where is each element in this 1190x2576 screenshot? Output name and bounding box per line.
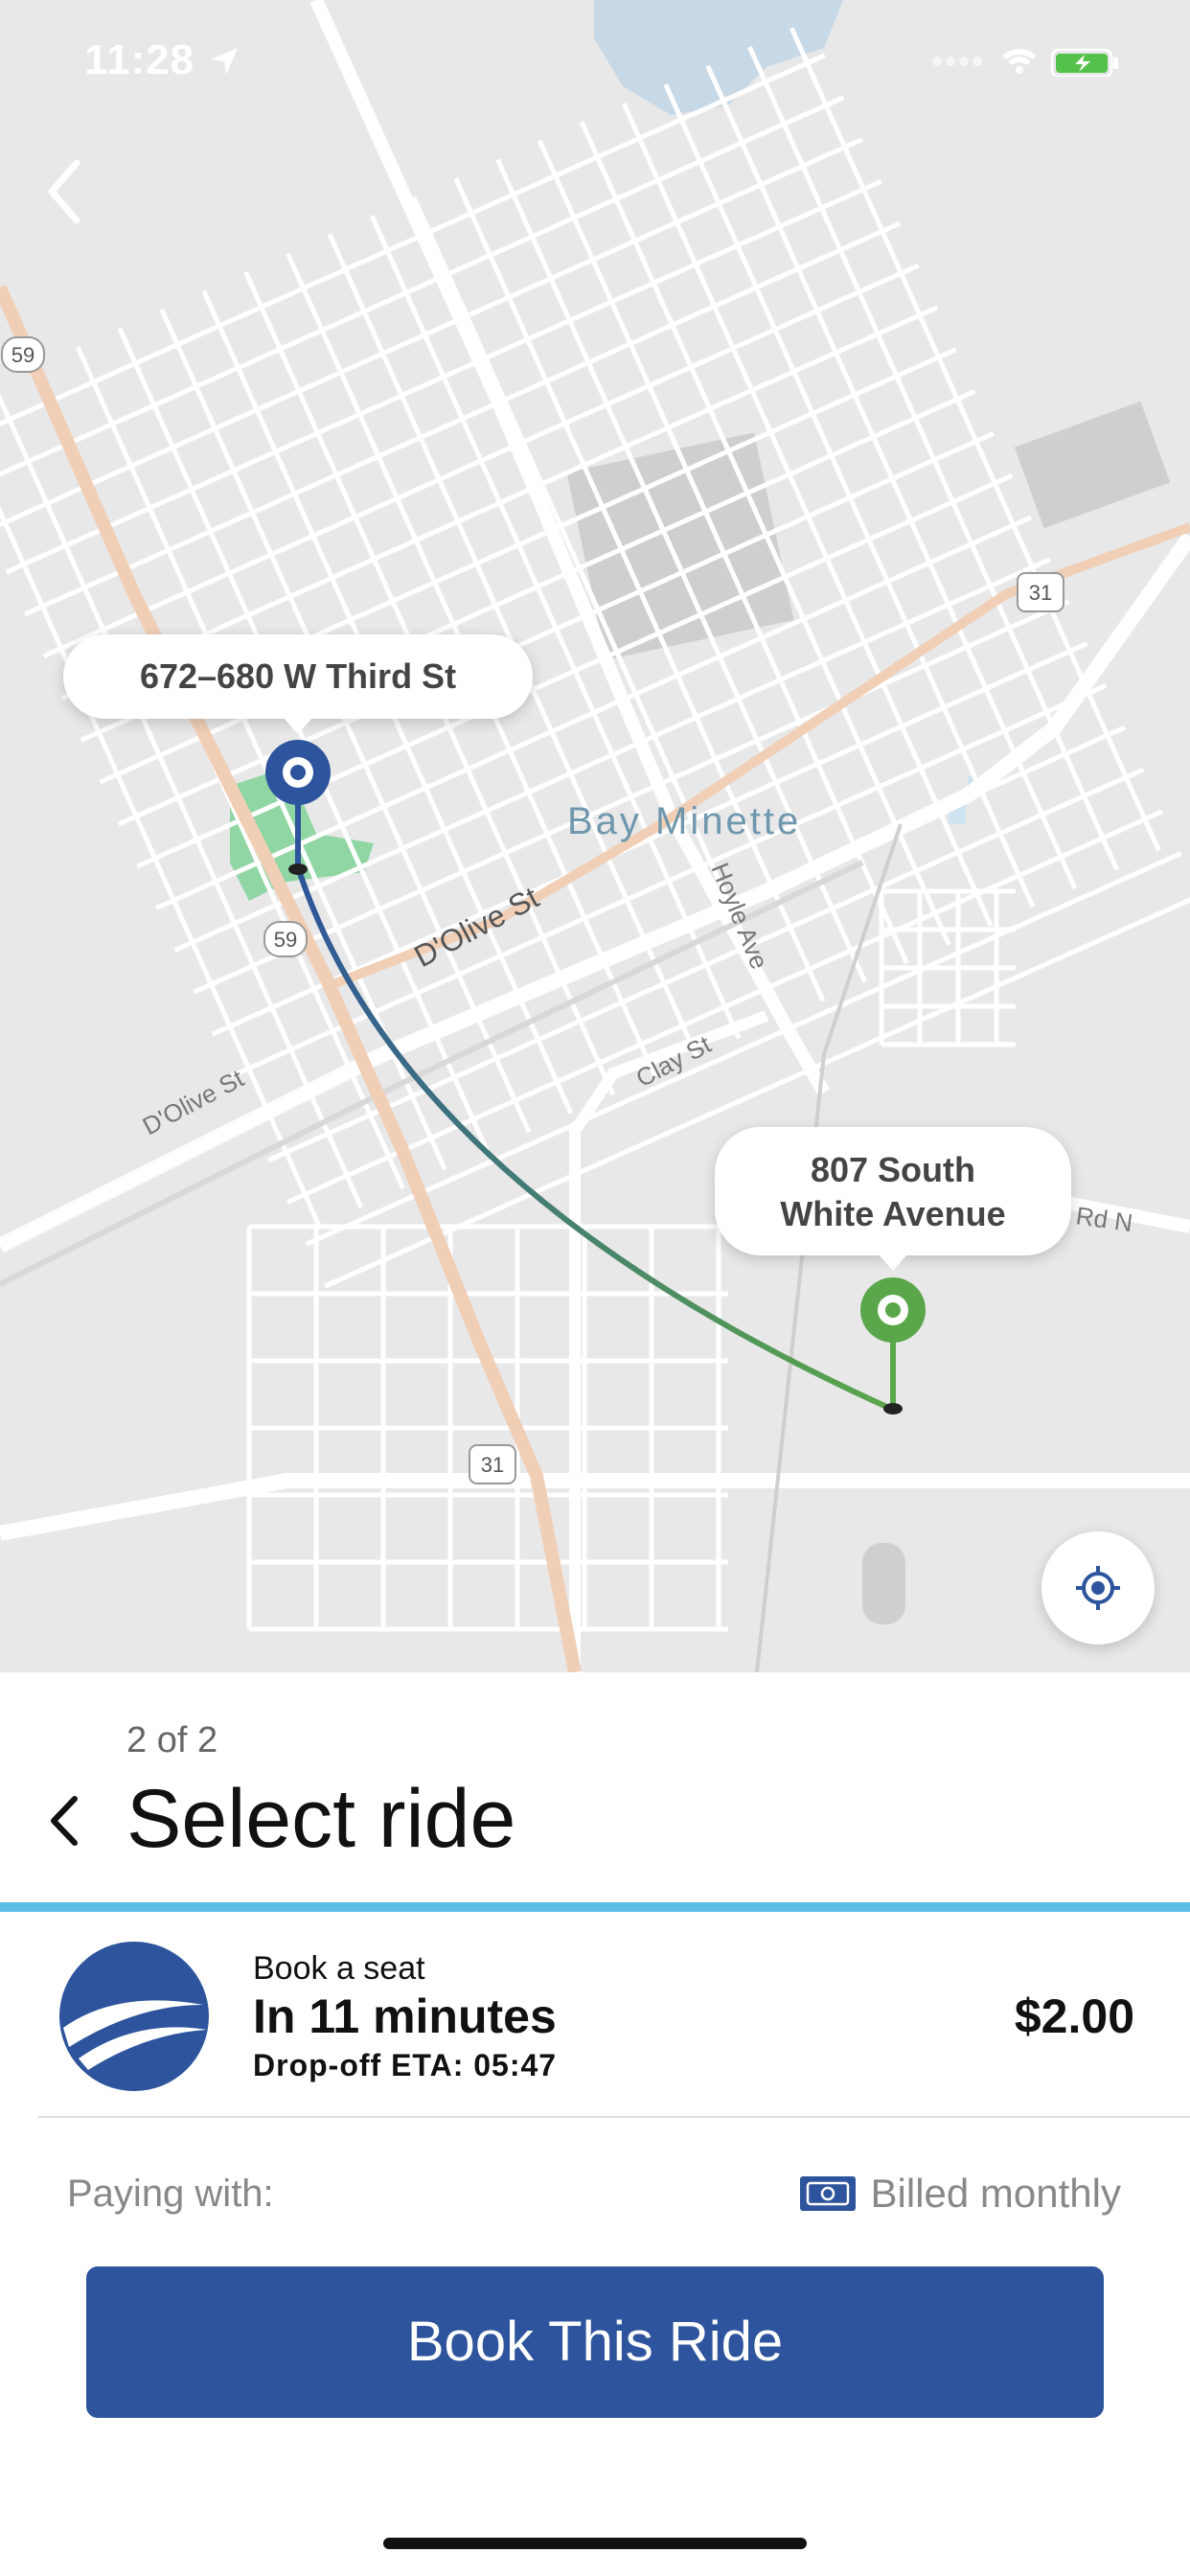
- dropoff-label-line1: 807 South: [810, 1150, 976, 1189]
- divider: [38, 2116, 1190, 2118]
- location-arrow-icon: [211, 48, 238, 75]
- locate-button[interactable]: [1041, 1531, 1155, 1644]
- ride-time: In 11 minutes: [253, 1990, 557, 2043]
- shield-31-a: 31: [1017, 572, 1064, 612]
- shield-31-b: 31: [469, 1444, 516, 1484]
- shield-59-b: 59: [263, 921, 308, 957]
- shield-59-a: 59: [1, 336, 45, 373]
- svg-text:59: 59: [274, 928, 297, 952]
- step-indicator: 2 of 2: [126, 1720, 218, 1760]
- home-indicator: [383, 2538, 807, 2549]
- shield-text: 59: [11, 343, 34, 367]
- wifi-icon: [1002, 49, 1037, 74]
- dropoff-callout[interactable]: 807 South White Avenue: [715, 1127, 1071, 1271]
- svg-text:31: 31: [481, 1453, 504, 1477]
- ride-type: Book a seat: [253, 1950, 425, 1987]
- signal-icon: [932, 57, 982, 66]
- pickup-callout[interactable]: 672–680 W Third St: [63, 634, 533, 734]
- locate-icon: [1076, 1566, 1120, 1610]
- battery-icon: [1050, 48, 1118, 79]
- status-time: 11:28: [84, 36, 195, 83]
- map-canvas: 59 59 31 31 D'Olive St D'Olive St Hoyle …: [0, 0, 1190, 1672]
- pickup-label: 672–680 W Third St: [139, 656, 457, 696]
- paying-label: Paying with:: [67, 2173, 274, 2215]
- svg-text:31: 31: [1029, 581, 1052, 605]
- dropoff-label-line2: White Avenue: [780, 1194, 1006, 1233]
- payment-method-label: Billed monthly: [870, 2171, 1121, 2216]
- ride-eta: Drop-off ETA: 05:47: [253, 2048, 558, 2082]
- map-view[interactable]: 59 59 31 31 D'Olive St D'Olive St Hoyle …: [0, 0, 1190, 1672]
- payment-method[interactable]: Billed monthly: [799, 2171, 1121, 2217]
- page-title: Select ride: [126, 1773, 516, 1865]
- ride-price: $2.00: [1014, 1990, 1134, 2043]
- back-chevron-icon[interactable]: [44, 1787, 82, 1854]
- cash-icon: [799, 2176, 856, 2211]
- status-icons: [931, 46, 1123, 81]
- status-bar: 11:28: [0, 0, 1190, 125]
- back-chevron-icon[interactable]: [38, 153, 96, 230]
- ride-logo-icon: [59, 1942, 209, 2091]
- progress-bar: [0, 1902, 1190, 1912]
- ride-panel: 2 of 2 Select ride Book a seat In 11 min…: [0, 1672, 1190, 2576]
- town-label: Bay Minette: [567, 800, 801, 842]
- book-ride-button[interactable]: Book This Ride: [86, 2266, 1104, 2418]
